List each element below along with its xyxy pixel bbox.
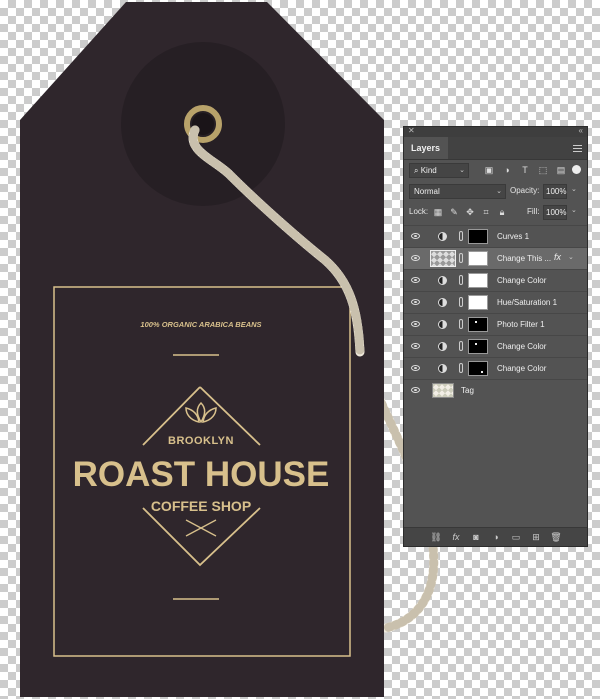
panel-tab-row: Layers: [404, 137, 587, 160]
layer-row[interactable]: Tag: [404, 379, 587, 401]
filter-kind-select[interactable]: ⌕ Kind ⌄: [409, 163, 469, 178]
adjustment-layer-icon: [438, 298, 447, 307]
collapse-panel-icon[interactable]: «: [579, 126, 583, 135]
layer-name: Hue/Saturation 1: [497, 298, 558, 307]
fill-label: Fill:: [527, 207, 540, 216]
smart-object-filter-icon[interactable]: ▤: [556, 165, 566, 175]
shape-filter-icon[interactable]: ⬚: [538, 165, 548, 175]
layer-mask-thumbnail[interactable]: [468, 273, 488, 288]
tab-layers[interactable]: Layers: [404, 137, 448, 159]
layer-name: Curves 1: [497, 232, 530, 241]
lock-artboard-icon[interactable]: ⌗: [481, 207, 491, 217]
lock-row: Lock: ▦ ✎ ✥ ⌗ 🔒︎ Fill: 100% ⌄: [404, 202, 587, 223]
link-chain-icon[interactable]: [459, 253, 463, 263]
search-icon: ⌕: [414, 166, 421, 175]
layer-name: Tag: [461, 386, 474, 395]
layer-name: Photo Filter 1: [497, 320, 545, 329]
layer-mask-thumbnail[interactable]: [468, 361, 488, 376]
layer-name: Change Color: [497, 276, 547, 285]
layer-row[interactable]: Photo Filter 1: [404, 313, 587, 335]
brand-text: ROAST HOUSE: [73, 455, 330, 494]
layer-row-selected[interactable]: Change This ... fx ⌄: [404, 247, 587, 269]
link-chain-icon[interactable]: [459, 297, 463, 307]
layer-name: Change This ...: [497, 254, 552, 263]
visibility-eye-icon[interactable]: [411, 277, 420, 283]
chevron-down-icon: ⌄: [459, 167, 465, 174]
lock-label: Lock:: [409, 207, 429, 216]
trash-icon[interactable]: 🗑︎: [550, 531, 562, 543]
visibility-eye-icon[interactable]: [411, 365, 420, 371]
layer-mask-thumbnail[interactable]: [468, 251, 488, 266]
adjustment-layer-icon: [438, 232, 447, 241]
tagline-text: 100% ORGANIC ARABICA BEANS: [140, 320, 261, 329]
layer-row[interactable]: Change Color: [404, 335, 587, 357]
location-text: BROOKLYN: [168, 435, 234, 447]
opacity-field[interactable]: 100%: [543, 184, 567, 199]
layer-mask-thumbnail[interactable]: [468, 295, 488, 310]
new-group-folder-icon[interactable]: ▭: [510, 531, 522, 543]
image-filter-icon[interactable]: ▣: [484, 165, 494, 175]
layer-list: Curves 1 Change This ... fx ⌄ Change Col…: [404, 225, 587, 401]
blend-mode-select[interactable]: Normal ⌄: [409, 184, 506, 199]
blend-mode-label: Normal: [414, 187, 440, 196]
opacity-chevron-icon[interactable]: ⌄: [571, 185, 577, 193]
link-chain-icon[interactable]: [459, 231, 463, 241]
adjustment-layer-icon: [438, 364, 447, 373]
layer-name: Change Color: [497, 342, 547, 351]
filter-toggle[interactable]: [572, 165, 581, 174]
lock-move-icon[interactable]: ✥: [465, 207, 475, 217]
layer-row[interactable]: Curves 1: [404, 225, 587, 247]
adjustment-layer-icon: [438, 342, 447, 351]
layers-bottom-bar: ⛓︎ fx ◙ ◑ ▭ ⊞ 🗑︎: [404, 527, 587, 546]
layer-row[interactable]: Change Color: [404, 357, 587, 379]
chevron-down-icon: ⌄: [496, 188, 502, 195]
layer-name: Change Color: [497, 364, 547, 373]
filter-row: ⌕ Kind ⌄ ▣ ◑ T ⬚ ▤: [404, 160, 587, 181]
layer-mask-thumbnail[interactable]: [468, 339, 488, 354]
filter-kind-label: Kind: [420, 166, 437, 175]
link-chain-icon[interactable]: [459, 341, 463, 351]
fill-chevron-icon[interactable]: ⌄: [571, 206, 577, 214]
lock-transparent-icon[interactable]: ▦: [433, 207, 443, 217]
adjustment-layer-icon: [438, 320, 447, 329]
lock-brush-icon[interactable]: ✎: [449, 207, 459, 217]
subtitle-text: COFFEE SHOP: [151, 498, 251, 514]
adjustment-filter-icon[interactable]: ◑: [502, 165, 512, 175]
add-mask-icon[interactable]: ◙: [470, 531, 482, 543]
layer-row[interactable]: Hue/Saturation 1: [404, 291, 587, 313]
layer-row[interactable]: Change Color: [404, 269, 587, 291]
adjustment-layer-icon: [438, 276, 447, 285]
new-adjustment-icon[interactable]: ◑: [490, 531, 502, 543]
visibility-eye-icon[interactable]: [411, 255, 420, 261]
close-panel-icon[interactable]: ✕: [408, 126, 415, 135]
new-layer-icon[interactable]: ⊞: [530, 531, 542, 543]
link-layers-icon[interactable]: ⛓︎: [430, 531, 442, 543]
blend-row: Normal ⌄ Opacity: 100% ⌄: [404, 181, 587, 202]
panel-menu-icon[interactable]: [573, 145, 582, 152]
visibility-eye-icon[interactable]: [411, 321, 420, 327]
chevron-down-icon[interactable]: ⌄: [568, 253, 574, 261]
visibility-eye-icon[interactable]: [411, 299, 420, 305]
link-chain-icon[interactable]: [459, 319, 463, 329]
panel-titlebar: ✕ «: [404, 126, 587, 137]
visibility-eye-icon[interactable]: [411, 233, 420, 239]
layer-mask-thumbnail[interactable]: [468, 317, 488, 332]
type-filter-icon[interactable]: T: [520, 165, 530, 175]
layers-panel: ✕ « Layers ⌕ Kind ⌄ ▣ ◑ T ⬚ ▤ Normal ⌄ O…: [403, 126, 588, 547]
fx-icon[interactable]: fx: [450, 531, 462, 543]
visibility-eye-icon[interactable]: [411, 387, 420, 393]
fx-icon[interactable]: fx: [554, 252, 561, 262]
lock-all-icon[interactable]: 🔒︎: [497, 207, 507, 217]
layer-thumbnail[interactable]: [432, 383, 454, 398]
link-chain-icon[interactable]: [459, 363, 463, 373]
opacity-label: Opacity:: [510, 186, 540, 195]
smart-object-thumbnail[interactable]: [430, 250, 456, 267]
fill-field[interactable]: 100%: [543, 205, 567, 220]
link-chain-icon[interactable]: [459, 275, 463, 285]
layer-mask-thumbnail[interactable]: [468, 229, 488, 244]
visibility-eye-icon[interactable]: [411, 343, 420, 349]
